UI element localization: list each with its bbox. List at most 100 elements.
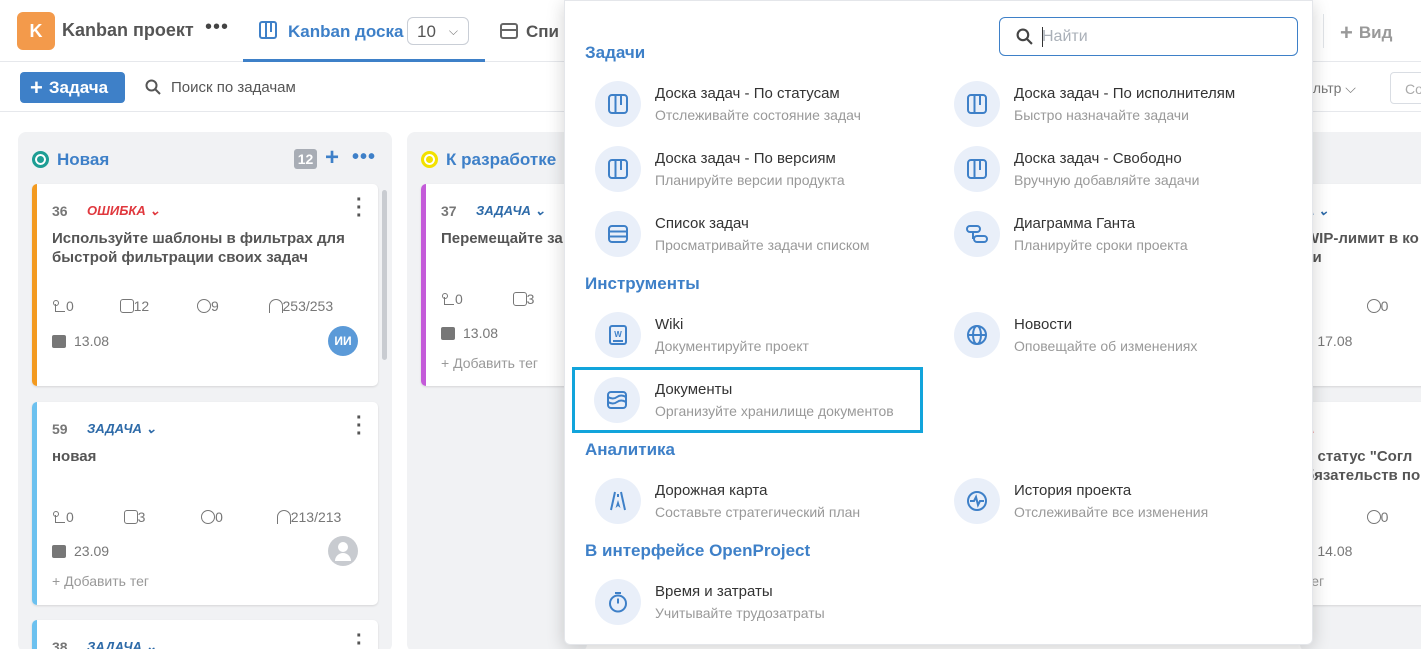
unassigned-avatar-icon[interactable] — [328, 536, 358, 566]
add-view-button[interactable]: + Вид — [1340, 20, 1392, 46]
add-card-button[interactable]: + — [325, 144, 339, 172]
menu-item-desc: Вручную добавляйте задачи — [1014, 172, 1200, 188]
menu-item-board-by-status[interactable]: Доска задач - По статусам Отслеживайте с… — [585, 75, 935, 135]
menu-item-desc: Отслеживайте все изменения — [1014, 504, 1209, 520]
menu-item-news[interactable]: Новости Оповещайте об изменениях — [944, 306, 1294, 366]
card-type[interactable]: ЗАДАЧА ⌄ — [87, 421, 156, 437]
globe-icon — [954, 312, 1000, 358]
column-title: К разработке — [446, 150, 557, 169]
menu-item-desc: Планируйте сроки проекта — [1014, 237, 1188, 253]
card-title[interactable]: е статус "Согл бязательств по — [1305, 447, 1421, 485]
task-card[interactable]: А е статус "Соглбязательств по 3 0 ● 14.… — [1300, 402, 1421, 605]
card-menu-icon[interactable]: ··· — [356, 408, 363, 444]
card-type[interactable]: ЗАДАЧА ⌄ — [87, 639, 156, 649]
card-due-date[interactable]: 23.09 — [52, 543, 109, 559]
board-icon — [259, 21, 277, 39]
card-title[interactable]: WIP-лимит в ко ки — [1305, 229, 1421, 267]
comments-count: 3 — [137, 509, 146, 525]
menu-item-desc: Организуйте хранилище документов — [655, 403, 894, 419]
clock-icon — [1366, 510, 1381, 524]
project-more-icon[interactable]: ••• — [205, 16, 229, 39]
chevron-down-icon: ⌄ — [1318, 203, 1329, 218]
board-icon — [595, 146, 641, 192]
search-tasks-label: Поиск по задачам — [171, 79, 296, 96]
search-tasks-field[interactable]: Поиск по задачам — [145, 79, 296, 96]
menu-item-gantt[interactable]: Диаграмма Ганта Планируйте сроки проекта — [944, 205, 1294, 265]
task-card[interactable]: 36 ОШИБКА ⌄ · · · Используйте шаблоны в фи… — [32, 184, 378, 386]
activity-icon — [954, 478, 1000, 524]
card-menu-icon[interactable]: ··· — [356, 190, 363, 226]
board-icon — [595, 81, 641, 127]
dropdown-search[interactable] — [999, 17, 1298, 56]
tab-list[interactable]: Спи — [500, 22, 559, 42]
task-card[interactable]: 59 ЗАДАЧА ⌄ · · · новая 0 3 0 213/213 23.0… — [32, 402, 378, 605]
filter-input[interactable]: Со — [1390, 72, 1421, 104]
project-name[interactable]: Kanban проект — [62, 20, 194, 41]
card-due-date[interactable]: 13.08 — [441, 325, 498, 341]
search-icon — [145, 79, 161, 95]
tab-kanban-board[interactable]: Kanban доска 10 ⌵ — [243, 0, 485, 62]
menu-item-time-and-costs[interactable]: Время и затраты Учитывайте трудозатраты — [585, 573, 935, 633]
menu-item-task-list[interactable]: Список задач Просматривайте задачи списк… — [585, 205, 935, 265]
card-status-bar — [421, 184, 426, 386]
svg-text:W: W — [614, 330, 622, 339]
roadmap-icon — [595, 478, 641, 524]
card-type[interactable]: ОШИБКА ⌄ — [87, 203, 160, 219]
column-to-develop: К разработке 37 ЗАДАЧА ⌄ Перемещайте за … — [407, 132, 591, 649]
status-dot-icon — [421, 151, 438, 168]
card-due-date[interactable]: 13.08 — [52, 333, 109, 349]
list-icon — [500, 23, 518, 39]
time-value: 9 — [210, 298, 219, 314]
menu-item-name: История проекта — [1014, 482, 1132, 499]
board-count-value: 10 — [417, 22, 436, 41]
menu-item-documents[interactable]: Документы Организуйте хранилище документ… — [572, 367, 923, 433]
menu-item-name: Доска задач - Свободно — [1014, 150, 1182, 167]
children-count: 0 — [66, 298, 74, 314]
date-value: 13.08 — [463, 325, 499, 341]
chevron-down-icon: ⌄ — [145, 421, 157, 436]
card-meta: 0 12 9 253/253 — [52, 298, 333, 314]
project-avatar[interactable]: K — [17, 12, 55, 50]
add-task-label: Задача — [48, 77, 109, 97]
add-tag-button[interactable]: + Добавить тег — [52, 573, 149, 589]
menu-item-name: Список задач — [655, 215, 749, 232]
assignee-avatar[interactable]: ИИ — [328, 326, 358, 356]
dropdown-search-input[interactable] — [1042, 24, 1282, 50]
menu-item-roadmap[interactable]: Дорожная карта Составьте стратегический … — [585, 472, 935, 532]
comments-icon — [119, 299, 134, 313]
column-more-icon[interactable]: ••• — [352, 146, 376, 169]
menu-item-desc: Документируйте проект — [655, 338, 809, 354]
add-tag-button[interactable]: + Добавить тег — [441, 355, 538, 371]
menu-item-project-history[interactable]: История проекта Отслеживайте все изменен… — [944, 472, 1294, 532]
menu-item-board-by-assignee[interactable]: Доска задач - По исполнителям Быстро наз… — [944, 75, 1294, 135]
menu-item-board-free[interactable]: Доска задач - Свободно Вручную добавляйт… — [944, 140, 1294, 200]
menu-item-name: Дорожная карта — [655, 482, 768, 499]
task-card[interactable]: А ⌄ WIP-лимит в коки 7 0 ● 17.08 — [1300, 184, 1421, 386]
calendar-icon — [52, 335, 66, 348]
scrollbar[interactable] — [382, 190, 387, 360]
clock-icon — [196, 299, 211, 313]
menu-item-name: Доска задач - По исполнителям — [1014, 85, 1236, 102]
calendar-icon — [52, 545, 66, 558]
wiki-icon: W — [595, 312, 641, 358]
menu-item-desc: Просматривайте задачи списком — [655, 237, 870, 253]
menu-item-name: Новости — [1014, 316, 1073, 333]
card-title[interactable]: Используйте шаблоны в фильтрах для быстр… — [52, 229, 358, 267]
children-count: 0 — [66, 509, 74, 525]
card-title-line: е статус "Согл — [1305, 448, 1413, 465]
menu-item-board-by-version[interactable]: Доска задач - По версиям Планируйте верс… — [585, 140, 935, 200]
card-menu-icon[interactable]: ··· — [356, 626, 363, 649]
date-value: 14.08 — [1317, 543, 1353, 559]
add-task-button[interactable]: + Задача — [20, 72, 125, 103]
section-title: Инструменты — [585, 274, 700, 293]
card-type-label: ЗАДАЧА — [87, 639, 142, 649]
column-header: Новая — [32, 150, 109, 170]
menu-item-desc: Планируйте версии продукта — [655, 172, 845, 188]
task-card[interactable]: 38 ЗАДАЧА ⌄ ··· — [32, 620, 378, 649]
children-icon — [441, 292, 455, 306]
card-type[interactable]: ЗАДАЧА ⌄ — [476, 203, 545, 219]
menu-item-wiki[interactable]: W Wiki Документируйте проект — [585, 306, 935, 366]
card-title[interactable]: новая — [52, 447, 358, 466]
board-count-select[interactable]: 10 ⌵ — [407, 17, 469, 45]
comments-count: 12 — [133, 298, 150, 314]
